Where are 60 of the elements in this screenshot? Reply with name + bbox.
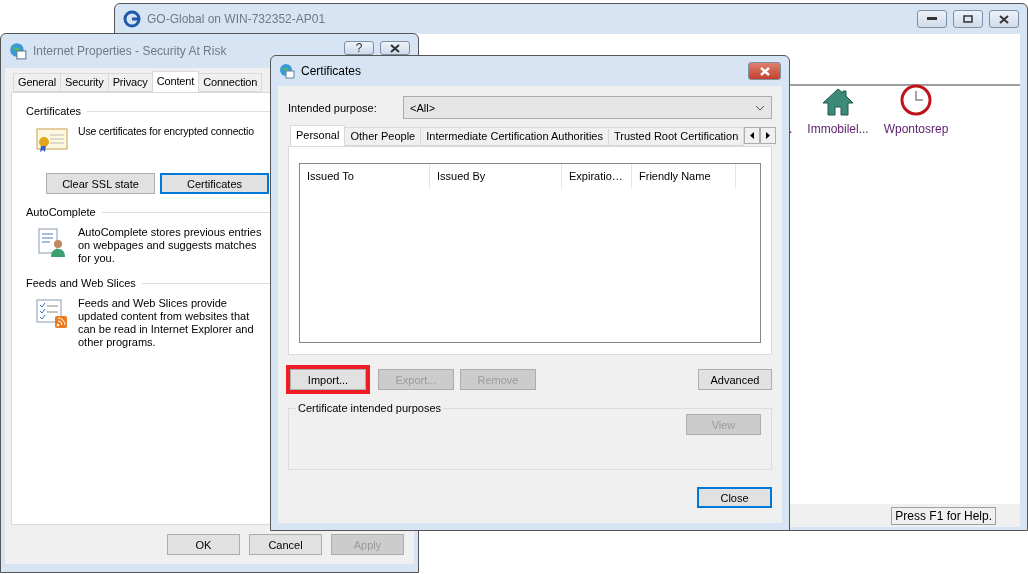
field-label: Intended purpose:	[288, 101, 378, 114]
dialog-button[interactable]: Import...	[290, 369, 366, 390]
icon-label[interactable]: Wpontosrep	[883, 122, 949, 136]
tab[interactable]: Privacy	[107, 73, 153, 92]
window-title: GO-Global on WIN-732352-AP01	[147, 12, 326, 26]
close-icon	[758, 66, 771, 76]
section-description: Use certificates for encrypted connectio	[78, 125, 254, 139]
column-header[interactable]: Issued By	[430, 164, 562, 189]
app-logo-icon	[123, 10, 141, 28]
column-header[interactable]: Expiratio…	[562, 164, 632, 189]
clock-icon	[900, 84, 932, 116]
maximize-button[interactable]	[953, 10, 983, 28]
tab[interactable]: Trusted Root Certification	[607, 127, 745, 146]
globe-icon	[279, 63, 295, 79]
column-header[interactable]: Issued To	[300, 164, 430, 189]
section-description: AutoComplete stores previous entries on webpages and suggests matches for you.	[78, 226, 263, 265]
tab[interactable]: General	[13, 73, 62, 92]
tab[interactable]: Connection	[198, 73, 263, 92]
minimize-button[interactable]	[917, 10, 947, 28]
group-label: Certificate intended purposes	[297, 402, 443, 414]
close-dialog-button[interactable]: Close	[697, 487, 772, 508]
tab[interactable]: Intermediate Certification Authorities	[420, 127, 609, 146]
close-icon	[999, 14, 1009, 24]
icon-label[interactable]: Immobilel...	[807, 122, 869, 136]
tab[interactable]: Other People	[344, 127, 422, 146]
maximize-icon	[963, 15, 973, 23]
section-description: Feeds and Web Slices provide updated content from websites that can be read in Internet Explorer and other programs.	[78, 297, 255, 349]
certificate-icon	[36, 127, 68, 153]
tab[interactable]: Content	[151, 71, 200, 92]
help-button[interactable]: ?	[344, 41, 374, 55]
tab[interactable]: Personal	[290, 125, 346, 146]
minimize-icon	[927, 17, 937, 21]
window-title: Internet Properties - Security At Risk	[33, 44, 227, 58]
dialog-button[interactable]: OK	[167, 534, 240, 555]
section-heading: Certificates	[26, 105, 82, 117]
checklist-feed-icon	[36, 299, 68, 329]
close-button[interactable]	[380, 41, 410, 55]
status-bar-text: Press F1 for Help.	[891, 506, 996, 525]
section-heading: AutoComplete	[26, 206, 96, 218]
section-heading: Feeds and Web Slices	[26, 277, 136, 289]
scroll-left-button[interactable]	[744, 127, 761, 144]
column-header[interactable]: Friendly Name	[632, 164, 736, 189]
triangle-left-icon	[750, 132, 755, 139]
scroll-right-button[interactable]	[760, 127, 777, 144]
close-button[interactable]	[989, 10, 1019, 28]
close-icon	[390, 43, 400, 53]
dialog-button[interactable]: Clear SSL state	[46, 173, 155, 194]
document-person-icon	[38, 228, 66, 258]
purpose-dropdown[interactable]: <All>	[403, 96, 772, 119]
chevron-down-icon	[755, 104, 765, 111]
dialog-button[interactable]: Cancel	[249, 534, 322, 555]
certificate-list[interactable]: Issued To Issued By Expiratio… Friendly Name	[299, 163, 761, 343]
globe-icon	[9, 42, 27, 60]
close-button[interactable]	[748, 62, 781, 80]
dialog-title: Certificates	[301, 64, 362, 78]
tab[interactable]: Security	[60, 73, 109, 92]
house-icon	[822, 88, 854, 116]
advanced-button[interactable]: Advanced	[698, 369, 772, 390]
dialog-button[interactable]: Certificates	[160, 173, 269, 194]
triangle-right-icon	[766, 132, 771, 139]
